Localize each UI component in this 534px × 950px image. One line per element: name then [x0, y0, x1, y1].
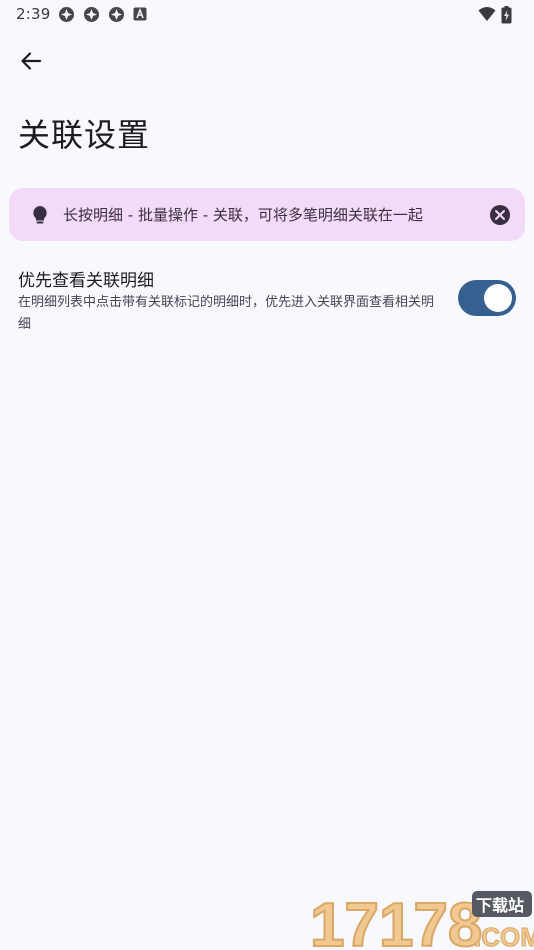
status-left: 2:39: [16, 5, 150, 23]
status-bar: 2:39: [0, 0, 534, 28]
setting-description: 在明细列表中点击带有关联标记的明细时，优先进入关联界面查看相关明细: [18, 295, 435, 332]
font-a-icon: [133, 6, 150, 23]
page-title: 关联设置: [18, 116, 151, 154]
status-right: [478, 5, 518, 23]
setting-priority-linked[interactable]: 优先查看关联明细 在明细列表中点击带有关联标记的明细时，优先进入关联界面查看相关…: [0, 258, 534, 342]
app-notification-icon: [58, 6, 75, 23]
svg-text:.COM: .COM: [474, 922, 534, 950]
svg-text:下载站: 下载站: [476, 896, 524, 915]
tip-banner: 长按明细 - 批量操作 - 关联，可将多笔明细关联在一起: [9, 188, 525, 241]
app-notification-icon: [83, 6, 100, 23]
watermark-logo: 17178 下载站 .COM: [309, 888, 534, 950]
wifi-icon: [478, 6, 496, 23]
back-button[interactable]: [10, 42, 52, 84]
lightbulb-icon: [29, 204, 51, 226]
status-time: 2:39: [16, 5, 51, 23]
app-notification-icon: [108, 6, 125, 23]
close-circle-icon[interactable]: [489, 204, 511, 226]
priority-linked-toggle[interactable]: [458, 280, 516, 316]
setting-title: 优先查看关联明细: [18, 271, 154, 291]
toggle-knob: [484, 284, 512, 312]
battery-charging-icon: [501, 5, 518, 23]
svg-text:17178: 17178: [310, 891, 482, 950]
arrow-left-icon: [20, 50, 42, 76]
tip-text: 长按明细 - 批量操作 - 关联，可将多笔明细关联在一起: [63, 206, 423, 224]
screen: 2:39 关联设置 长按明细 - 批量操作 - 关联，可将多笔明细关联在一起 优…: [0, 0, 534, 950]
